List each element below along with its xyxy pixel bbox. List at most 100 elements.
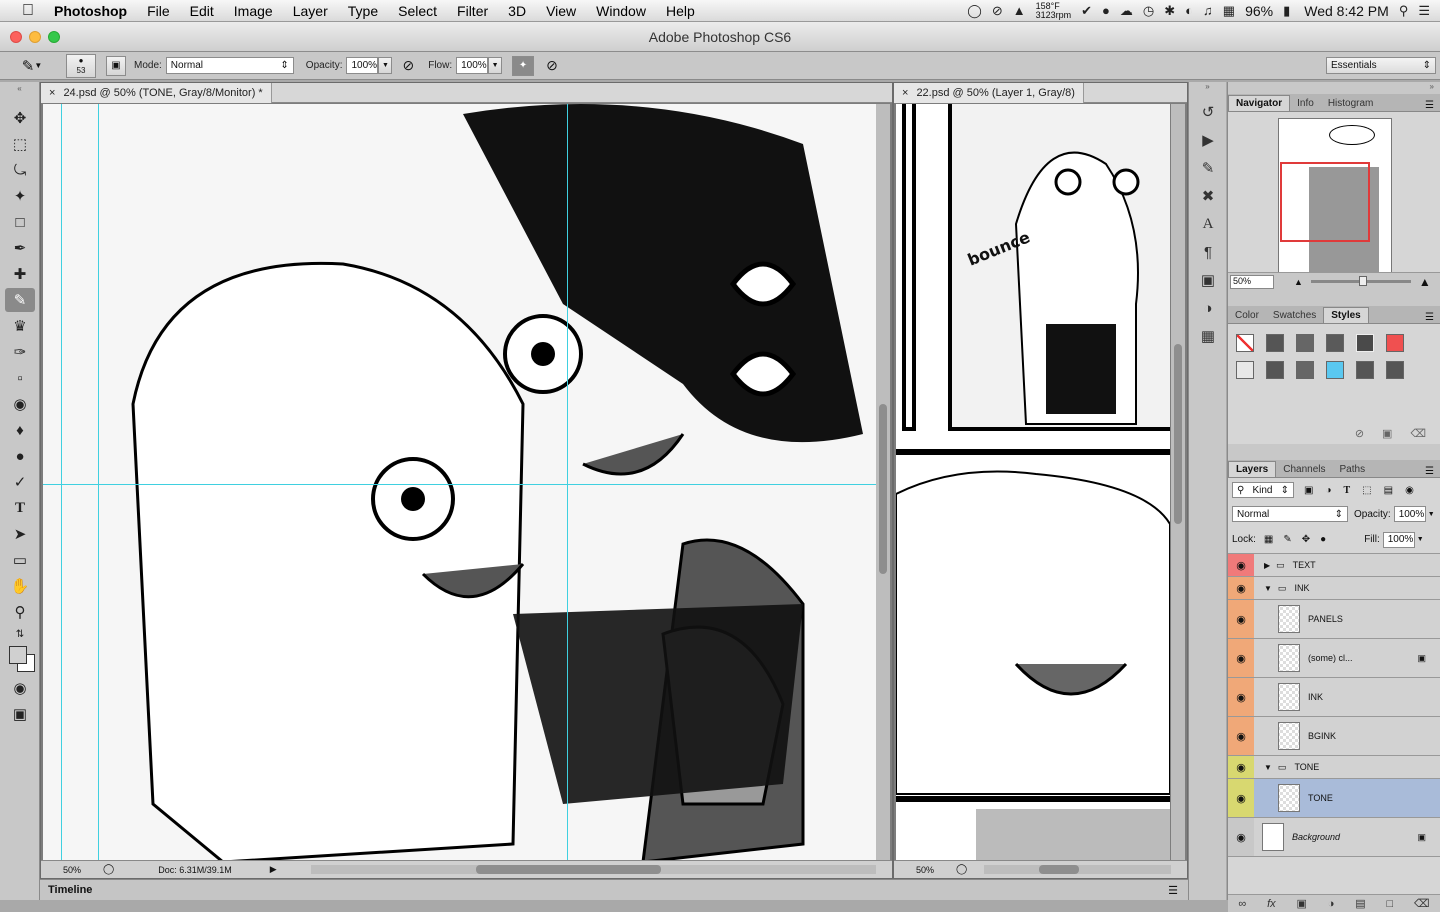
layer-thumbnail[interactable] (1278, 784, 1300, 812)
quick-select-tool-icon[interactable]: ✦ (5, 184, 35, 208)
tab-paths[interactable]: Paths (1333, 462, 1373, 477)
rectangle-tool-icon[interactable]: ▭ (5, 548, 35, 572)
airbrush-toggle[interactable]: ✦ (512, 55, 535, 76)
visibility-eye-icon[interactable]: ◉ (1228, 756, 1254, 778)
opacity-input[interactable]: 100% (346, 57, 379, 74)
blur-tool-icon[interactable]: ♦ (5, 418, 35, 442)
layer-group-row[interactable]: ◉ ▼ ▭ TONE (1228, 756, 1440, 779)
character-panel-icon[interactable]: A (1194, 212, 1222, 236)
navigator-zoom-input[interactable]: 50% (1230, 274, 1274, 289)
style-swatch[interactable] (1296, 334, 1314, 352)
paint-bucket-tool-icon[interactable]: ◉ (5, 392, 35, 416)
layer-group-row[interactable]: ◉ ▼ ▭ INK (1228, 577, 1440, 600)
menu-app-photoshop[interactable]: Photoshop (44, 0, 137, 22)
layer-row[interactable]: ◉ PANELS (1228, 600, 1440, 639)
wifi-icon[interactable]: ◐ (1185, 3, 1193, 18)
visibility-eye-icon[interactable]: ◉ (1228, 554, 1254, 576)
layer-row[interactable]: ◉ TONE (1228, 779, 1440, 818)
info-panel-icon[interactable]: ▦ (1194, 324, 1222, 348)
menu-file[interactable]: File (137, 0, 180, 22)
menu-select[interactable]: Select (388, 0, 447, 22)
screen-mode-icon[interactable]: ▣ (5, 702, 35, 726)
style-swatch[interactable] (1326, 334, 1344, 352)
chevron-down-icon[interactable]: ▼ (1417, 536, 1424, 543)
lock-icon[interactable]: ● (1102, 3, 1110, 18)
spotlight-icon[interactable]: ⚲ (1399, 3, 1409, 19)
menu-type[interactable]: Type (338, 0, 388, 22)
guide-vertical[interactable] (567, 104, 568, 862)
filter-type-icon[interactable]: T (1344, 485, 1351, 496)
zoom-level[interactable]: 50% (916, 865, 956, 875)
adjustments-panel-icon[interactable]: ◑ (1194, 296, 1222, 320)
pen-tool-icon[interactable]: ✓ (5, 470, 35, 494)
apple-icon[interactable]:  (18, 1, 38, 21)
filter-shape-icon[interactable]: ⬚ (1362, 485, 1371, 496)
scroll-thumb[interactable] (1174, 344, 1182, 524)
canvas-24psd[interactable] (43, 104, 877, 862)
dropbox-icon[interactable]: ✔ (1081, 3, 1092, 19)
collapse-tools-icon[interactable]: « (0, 82, 39, 104)
tab-channels[interactable]: Channels (1276, 462, 1332, 477)
style-swatch[interactable] (1386, 334, 1404, 352)
lock-position-icon[interactable]: ✥ (1302, 534, 1310, 545)
layer-row[interactable]: ◉ INK (1228, 678, 1440, 717)
menu-3d[interactable]: 3D (498, 0, 536, 22)
foreground-color-swatch[interactable] (9, 646, 27, 664)
clear-style-icon[interactable]: ⊘ (1355, 427, 1364, 440)
paragraph-panel-icon[interactable]: ¶ (1194, 240, 1222, 264)
clock[interactable]: Wed 8:42 PM (1304, 3, 1389, 19)
tab-color[interactable]: Color (1228, 308, 1266, 323)
expand-dock-icon[interactable]: » (1189, 82, 1226, 96)
status-info-icon[interactable]: ◯ (103, 864, 114, 875)
style-none[interactable] (1236, 334, 1254, 352)
zoom-slider[interactable] (1310, 276, 1411, 286)
style-swatch[interactable] (1386, 361, 1404, 379)
collapse-panels-icon[interactable]: » (1228, 82, 1440, 94)
disclosure-triangle-icon[interactable]: ▼ (1264, 584, 1272, 593)
new-adjustment-icon[interactable]: ◑ (1328, 898, 1335, 910)
zoom-tool-icon[interactable]: ⚲ (5, 600, 35, 624)
hat-icon[interactable]: ▲ (1013, 3, 1026, 18)
style-swatch[interactable] (1266, 334, 1284, 352)
lock-pixels-icon[interactable]: ✎ (1283, 534, 1291, 545)
layer-opacity-input[interactable]: 100% (1393, 506, 1426, 522)
mode-dropdown[interactable]: Normal ⇕ (165, 57, 294, 74)
layer-thumbnail[interactable] (1262, 823, 1284, 851)
lasso-tool-icon[interactable]: ⤿ (5, 158, 35, 182)
disclosure-triangle-icon[interactable]: ▼ (1264, 763, 1272, 772)
delete-style-icon[interactable]: ⌫ (1410, 427, 1426, 440)
opacity-slider-button[interactable]: ▼ (378, 57, 393, 74)
brush-tool-icon[interactable]: ✎ (5, 288, 35, 312)
horizontal-scrollbar[interactable] (984, 865, 1171, 874)
properties-panel-icon[interactable]: ▣ (1194, 268, 1222, 292)
volume-icon[interactable]: ♫ (1203, 3, 1213, 18)
move-tool-icon[interactable]: ✥ (5, 106, 35, 130)
delete-layer-icon[interactable]: ⌫ (1414, 897, 1430, 910)
panel-menu-icon[interactable]: ☰ (1425, 100, 1440, 111)
time-machine-icon[interactable]: ◷ (1143, 3, 1154, 19)
lock-all-icon[interactable]: ● (1320, 534, 1326, 545)
chevron-down-icon[interactable]: ▼ (1428, 511, 1435, 518)
eyedropper-tool-icon[interactable]: ✒ (5, 236, 35, 260)
visibility-eye-icon[interactable]: ◉ (1228, 600, 1254, 638)
style-swatch[interactable] (1356, 334, 1374, 352)
navigator-view-box[interactable] (1280, 162, 1370, 242)
zoom-level[interactable]: 50% (63, 865, 103, 875)
filter-smart-object-icon[interactable]: ▤ (1384, 485, 1393, 496)
navigator-thumbnail[interactable] (1278, 118, 1392, 280)
layer-thumbnail[interactable] (1278, 605, 1300, 633)
filter-pixel-icon[interactable]: ▣ (1304, 485, 1313, 496)
flow-input[interactable]: 100% (456, 57, 489, 74)
scroll-thumb[interactable] (1039, 865, 1079, 874)
visibility-eye-icon[interactable]: ◉ (1228, 818, 1254, 856)
crop-tool-icon[interactable]: □ (5, 210, 35, 234)
tool-preset-picker[interactable]: ✎ ▼ (12, 56, 52, 76)
tab-layers[interactable]: Layers (1228, 461, 1277, 477)
filter-adjustment-icon[interactable]: ◑ (1325, 485, 1331, 496)
tab-swatches[interactable]: Swatches (1266, 308, 1323, 323)
menu-view[interactable]: View (536, 0, 586, 22)
battery-percent[interactable]: 96% (1245, 3, 1273, 19)
pressure-size-icon[interactable]: ⊘ (546, 57, 558, 74)
layer-row[interactable]: ◉ BGINK (1228, 717, 1440, 756)
tab-info[interactable]: Info (1290, 96, 1321, 111)
